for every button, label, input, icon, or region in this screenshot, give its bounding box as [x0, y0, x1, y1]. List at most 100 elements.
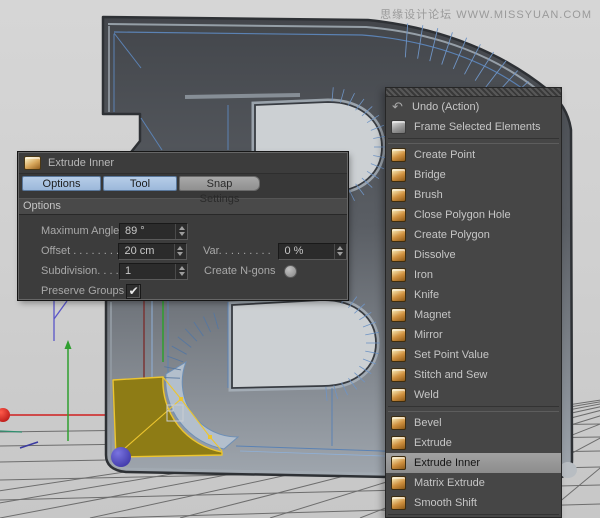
menu-item-label: Dissolve	[414, 249, 456, 261]
menu-item-dissolve[interactable]: Dissolve	[386, 245, 561, 265]
menu-item-label: Mirror	[414, 329, 443, 341]
menu-item-undo-action-[interactable]: ↶Undo (Action)	[386, 97, 561, 117]
selected-point-handle[interactable]	[111, 447, 131, 467]
vertex-point[interactable]	[179, 397, 183, 401]
dialog-tabs: Options Tool Snap Settings	[19, 174, 347, 198]
step-up-icon[interactable]	[179, 226, 185, 230]
maximum-angle-label: Maximum Angle	[41, 225, 119, 237]
app-window: 思缘设计论坛 WWW.MISSYUAN.COM Extrude Inner Op…	[0, 0, 600, 518]
extrude-icon	[391, 436, 406, 450]
menu-separator	[388, 138, 559, 144]
menu-item-label: Weld	[414, 389, 439, 401]
menu-item-label: Create Polygon	[414, 229, 490, 241]
menu-separator	[388, 514, 559, 518]
subdivision-field[interactable]: 1	[119, 263, 188, 280]
menu-item-close-polygon-hole[interactable]: Close Polygon Hole	[386, 205, 561, 225]
menu-item-iron[interactable]: Iron	[386, 265, 561, 285]
step-up-icon[interactable]	[177, 246, 183, 250]
menu-item-label: Bevel	[414, 417, 442, 429]
menu-item-bridge[interactable]: Bridge	[386, 165, 561, 185]
options-section-header: Options	[19, 198, 347, 215]
menu-item-label: Magnet	[414, 309, 451, 321]
close-polygon-hole-icon	[391, 208, 406, 222]
menu-item-label: Set Point Value	[414, 349, 489, 361]
create-point-icon	[391, 148, 406, 162]
smooth-shift-icon	[391, 496, 406, 510]
var-stepper[interactable]	[334, 244, 346, 259]
menu-item-label: Stitch and Sew	[414, 369, 487, 381]
subdivision-stepper[interactable]	[175, 264, 187, 279]
menu-item-set-point-value[interactable]: Set Point Value	[386, 345, 561, 365]
bevel-icon	[391, 416, 406, 430]
stitch-and-sew-icon	[391, 368, 406, 382]
subdivision-label: Subdivision. . . .	[41, 265, 119, 277]
bridge-icon	[391, 168, 406, 182]
step-down-icon[interactable]	[177, 252, 183, 256]
menu-item-weld[interactable]: Weld	[386, 385, 561, 405]
menu-item-bevel[interactable]: Bevel	[386, 413, 561, 433]
preserve-groups-row: Preserve Groups ✔	[19, 281, 347, 301]
maximum-angle-row: Maximum Angle 89 °	[19, 221, 347, 241]
menu-item-create-polygon[interactable]: Create Polygon	[386, 225, 561, 245]
dialog-title: Extrude Inner	[48, 157, 114, 169]
menu-item-create-point[interactable]: Create Point	[386, 145, 561, 165]
step-up-icon[interactable]	[337, 246, 343, 250]
menu-item-label: Close Polygon Hole	[414, 209, 511, 221]
menu-item-label: Create Point	[414, 149, 475, 161]
dialog-title-bar[interactable]: Extrude Inner	[19, 153, 347, 174]
var-label: Var. . . . . . . . .	[203, 245, 278, 257]
menu-item-knife[interactable]: Knife	[386, 285, 561, 305]
tab-snap-settings[interactable]: Snap Settings	[179, 176, 260, 191]
var-field[interactable]: 0 %	[278, 243, 347, 260]
menu-item-smooth-shift[interactable]: Smooth Shift	[386, 493, 561, 513]
iron-icon	[391, 268, 406, 282]
menu-item-matrix-extrude[interactable]: Matrix Extrude	[386, 473, 561, 493]
mirror-icon	[391, 328, 406, 342]
step-up-icon[interactable]	[179, 266, 185, 270]
menu-item-brush[interactable]: Brush	[386, 185, 561, 205]
extrude-inner-icon	[24, 156, 41, 170]
brush-icon	[391, 188, 406, 202]
spline-wire-diagonal	[54, 301, 67, 319]
menu-item-label: Smooth Shift	[414, 497, 477, 509]
step-down-icon[interactable]	[179, 232, 185, 236]
menu-item-label: Frame Selected Elements	[414, 121, 541, 133]
magnet-icon	[391, 308, 406, 322]
menu-item-label: Bridge	[414, 169, 446, 181]
offset-label: Offset . . . . . . . .	[41, 245, 118, 257]
y-axis-arrow	[65, 340, 72, 349]
maximum-angle-field[interactable]: 89 °	[119, 223, 188, 240]
menu-drag-handle[interactable]	[386, 88, 561, 97]
extrude-inner-dialog: Extrude Inner Options Tool Snap Settings…	[18, 152, 348, 300]
frame-selected-icon	[391, 120, 406, 134]
menu-item-label: Matrix Extrude	[414, 477, 485, 489]
menu-item-mirror[interactable]: Mirror	[386, 325, 561, 345]
menu-item-frame-selected-elements[interactable]: Frame Selected Elements	[386, 117, 561, 137]
offset-field[interactable]: 20 cm	[118, 243, 187, 260]
menu-separator	[388, 406, 559, 412]
create-ngons-checkbox[interactable]	[284, 265, 297, 278]
subdivision-row: Subdivision. . . . 1 Create N-gons	[19, 261, 347, 281]
offset-stepper[interactable]	[174, 244, 186, 259]
vertex-point[interactable]	[208, 435, 212, 439]
dissolve-icon	[391, 248, 406, 262]
offset-row: Offset . . . . . . . . 20 cm Var. . . . …	[19, 241, 347, 261]
menu-item-extrude-inner[interactable]: Extrude Inner	[386, 453, 561, 473]
menu-item-label: Iron	[414, 269, 433, 281]
menu-item-stitch-and-sew[interactable]: Stitch and Sew	[386, 365, 561, 385]
menu-item-label: Undo (Action)	[412, 101, 479, 113]
x-axis-handle[interactable]	[0, 408, 10, 422]
menu-item-label: Knife	[414, 289, 439, 301]
world-axes	[0, 300, 118, 448]
maximum-angle-stepper[interactable]	[175, 224, 187, 239]
menu-item-magnet[interactable]: Magnet	[386, 305, 561, 325]
step-down-icon[interactable]	[179, 272, 185, 276]
preserve-groups-checkbox[interactable]: ✔	[126, 284, 141, 299]
tab-tool[interactable]: Tool	[103, 176, 177, 191]
context-menu: ↶Undo (Action) Frame Selected Elements Cre…	[385, 87, 562, 518]
matrix-extrude-icon	[391, 476, 406, 490]
step-down-icon[interactable]	[337, 252, 343, 256]
menu-item-extrude[interactable]: Extrude	[386, 433, 561, 453]
tab-options[interactable]: Options	[22, 176, 101, 191]
set-point-value-icon	[391, 348, 406, 362]
